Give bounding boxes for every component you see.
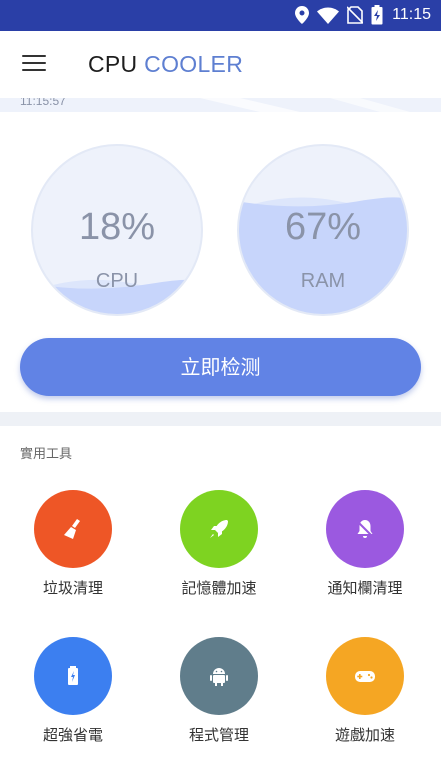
app-bar: CPU COOLER <box>0 31 441 98</box>
detect-now-button[interactable]: 立即检测 <box>20 338 421 396</box>
tool-game-boost[interactable]: 遊戲加速 <box>305 637 425 757</box>
battery-saver-icon <box>68 666 78 685</box>
ram-gauge[interactable]: 67% RAM <box>237 144 409 316</box>
gauges-section: 18% CPU 67% RAM 立即检测 <box>0 112 441 412</box>
tool-memory-boost-circle <box>180 490 258 568</box>
tool-notification-clean[interactable]: 通知欄清理 <box>305 490 425 610</box>
tool-junk-clean[interactable]: 垃圾清理 <box>13 490 133 610</box>
battery-charging-icon <box>371 5 383 25</box>
cpu-gauge[interactable]: 18% CPU <box>31 144 203 316</box>
tool-label: 遊戲加速 <box>334 726 395 744</box>
tool-label: 通知欄清理 <box>327 579 403 597</box>
tools-section-title: 實用工具 <box>20 447 73 462</box>
rocket-icon <box>210 520 228 538</box>
banner-decoration <box>200 98 410 112</box>
gamepad-icon <box>355 671 375 682</box>
tool-label: 記憶體加速 <box>181 579 257 597</box>
wifi-icon <box>317 7 339 24</box>
tool-app-manager-circle <box>180 637 258 715</box>
cpu-percent: 18% <box>78 206 156 248</box>
hamburger-line <box>22 69 46 71</box>
status-time: 11:15 <box>392 6 431 23</box>
section-divider <box>0 412 441 426</box>
android-icon <box>210 668 228 686</box>
banner-time: 11:15:57 <box>20 98 66 108</box>
bell-off-icon <box>356 520 374 538</box>
tool-label: 垃圾清理 <box>42 579 103 597</box>
tool-notification-clean-circle <box>326 490 404 568</box>
ram-percent: 67% <box>284 206 362 248</box>
tool-app-manager[interactable]: 程式管理 <box>159 637 279 757</box>
no-sim-icon <box>347 6 363 24</box>
cpu-label: CPU <box>95 270 139 292</box>
app-title-cpu: CPU <box>88 51 138 77</box>
broom-icon <box>64 519 80 539</box>
hamburger-menu-icon <box>22 55 46 57</box>
tool-battery-saver[interactable]: 超強省電 <box>13 637 133 757</box>
banner-strip: 11:15:57 <box>0 98 441 112</box>
tool-label: 程式管理 <box>188 726 249 744</box>
location-icon <box>295 6 309 24</box>
tool-game-boost-circle <box>326 637 404 715</box>
tool-label: 超強省電 <box>42 726 103 744</box>
tool-memory-boost[interactable]: 記憶體加速 <box>159 490 279 610</box>
tool-battery-saver-circle <box>34 637 112 715</box>
tool-junk-clean-circle <box>34 490 112 568</box>
status-bar: 11:15 <box>0 0 441 31</box>
app-title: CPU COOLER <box>88 51 243 78</box>
menu-button[interactable] <box>22 55 46 75</box>
status-icons <box>295 5 383 25</box>
hamburger-line <box>22 62 46 64</box>
ram-label: RAM <box>300 270 346 292</box>
app-title-cooler: COOLER <box>144 51 244 77</box>
